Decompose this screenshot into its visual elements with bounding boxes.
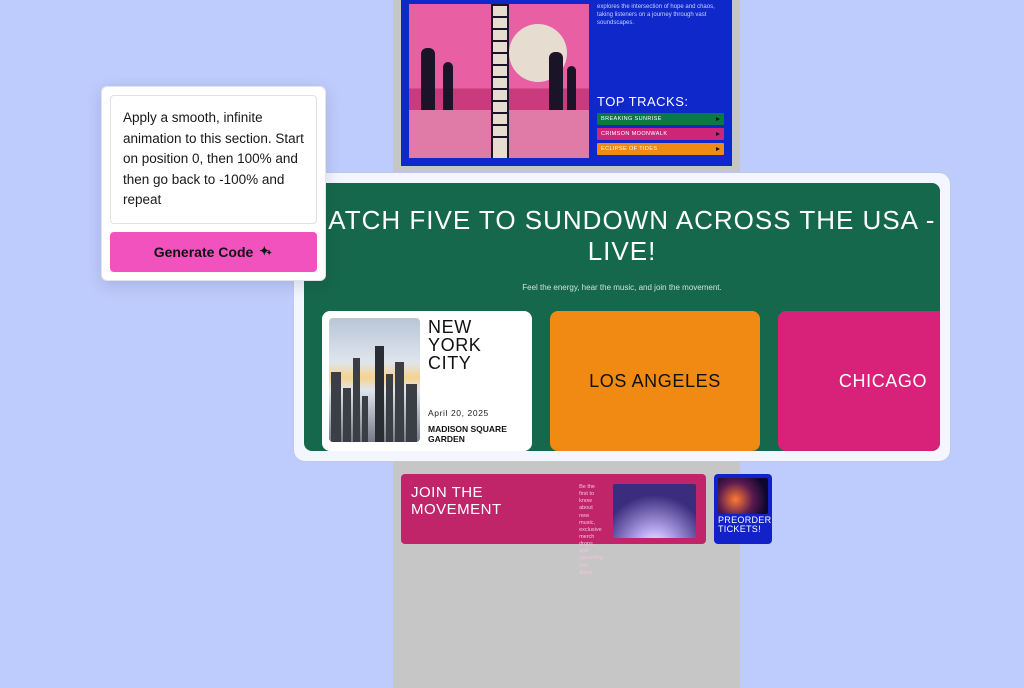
sparkle-icon bbox=[259, 245, 273, 259]
album-info: explores the intersection of hope and ch… bbox=[597, 4, 724, 158]
city-name: CHICAGO bbox=[839, 371, 927, 392]
preorder-panel: PREORDER TICKETS! bbox=[714, 474, 772, 544]
prompt-input[interactable]: Apply a smooth, infinite animation to th… bbox=[110, 95, 317, 224]
track-row[interactable]: CRIMSON MOONWALK bbox=[597, 128, 724, 140]
tour-title: CATCH FIVE TO SUNDOWN ACROSS THE USA - L… bbox=[304, 205, 940, 267]
play-icon bbox=[716, 117, 720, 121]
city-name: LOS ANGELES bbox=[589, 371, 721, 392]
play-icon bbox=[716, 147, 720, 151]
track-name: ECLIPSE OF TIDES bbox=[601, 146, 657, 152]
tour-section: CATCH FIVE TO SUNDOWN ACROSS THE USA - L… bbox=[304, 183, 940, 451]
top-tracks-heading: TOP TRACKS: bbox=[597, 94, 724, 109]
album-art bbox=[409, 4, 589, 158]
section-selection-frame[interactable]: CATCH FIVE TO SUNDOWN ACROSS THE USA - L… bbox=[293, 172, 951, 462]
join-title: JOIN THE MOVEMENT bbox=[411, 484, 569, 518]
tour-venue: MADISON SQUARE GARDEN bbox=[428, 424, 525, 444]
city-image bbox=[329, 318, 420, 442]
join-description: Be the first to know about new music, ex… bbox=[579, 484, 603, 534]
tour-card-new-york[interactable]: NEW YORK CITY April 20, 2025 MADISON SQU… bbox=[322, 311, 532, 451]
track-name: CRIMSON MOONWALK bbox=[601, 131, 667, 137]
generate-code-label: Generate Code bbox=[154, 244, 254, 260]
ai-prompt-popover: Apply a smooth, infinite animation to th… bbox=[101, 86, 326, 281]
tour-subtitle: Feel the energy, hear the music, and joi… bbox=[522, 283, 722, 293]
album-description: explores the intersection of hope and ch… bbox=[597, 4, 724, 94]
preorder-title: PREORDER TICKETS! bbox=[718, 516, 768, 534]
tour-cards: NEW YORK CITY April 20, 2025 MADISON SQU… bbox=[304, 293, 940, 451]
generate-code-button[interactable]: Generate Code bbox=[110, 232, 317, 272]
city-name: NEW YORK CITY bbox=[428, 318, 525, 372]
join-image bbox=[613, 484, 696, 538]
tour-card-los-angeles[interactable]: LOS ANGELES bbox=[550, 311, 760, 451]
track-row[interactable]: ECLIPSE OF TIDES bbox=[597, 143, 724, 155]
play-icon bbox=[716, 132, 720, 136]
tour-date: April 20, 2025 bbox=[428, 408, 525, 418]
track-name: BREAKING SUNRISE bbox=[601, 116, 662, 122]
album-panel: explores the intersection of hope and ch… bbox=[401, 0, 732, 166]
join-movement-panel: JOIN THE MOVEMENT Be the first to know a… bbox=[401, 474, 706, 544]
tour-card-chicago[interactable]: CHICAGO bbox=[778, 311, 940, 451]
preorder-image bbox=[718, 478, 768, 514]
track-row[interactable]: BREAKING SUNRISE bbox=[597, 113, 724, 125]
